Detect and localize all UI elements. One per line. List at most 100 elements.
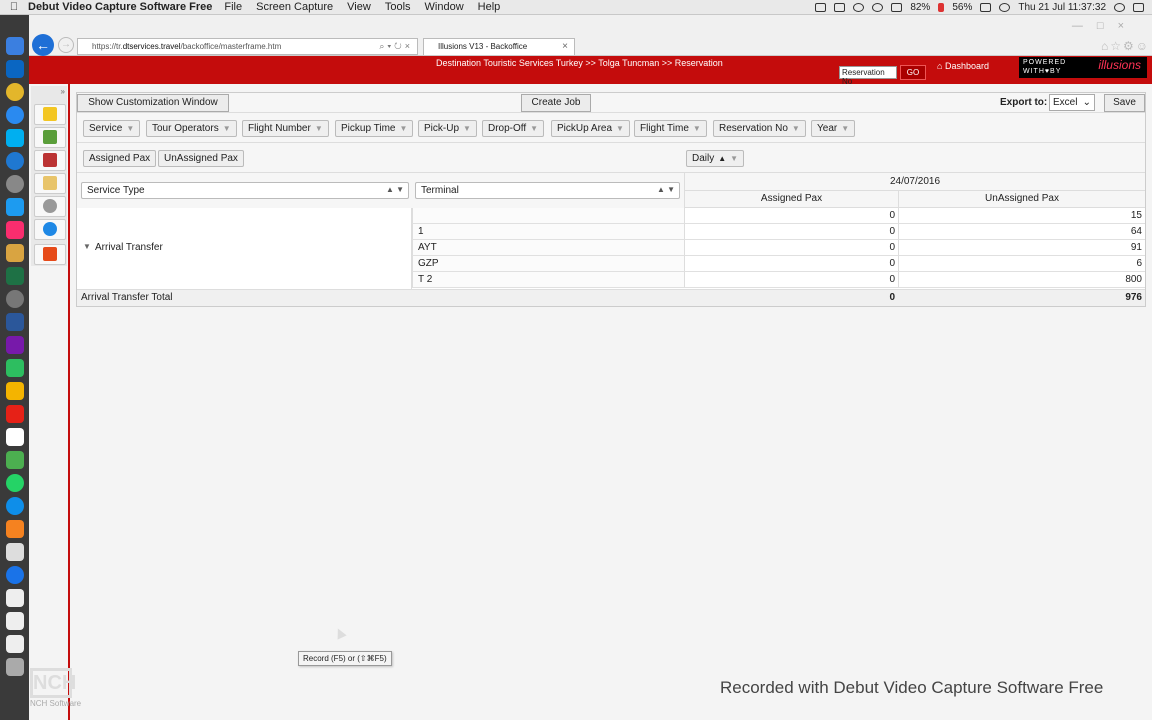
wifi-icon[interactable] — [999, 3, 1011, 12]
filter-icon[interactable]: ▼ — [693, 124, 701, 133]
menu-screen-capture[interactable]: Screen Capture — [256, 1, 333, 13]
notes-button[interactable] — [34, 173, 66, 194]
filter-chip-pickup-time[interactable]: Pickup Time ▼ — [335, 120, 414, 137]
safari-icon[interactable] — [5, 106, 24, 124]
globe-button[interactable] — [34, 196, 66, 217]
browser-toolbar-icons[interactable]: ⌂☆⚙☺ — [1101, 39, 1150, 53]
pause-record-icon[interactable] — [938, 3, 945, 12]
finder-icon[interactable] — [5, 37, 24, 55]
youtube-icon[interactable] — [5, 405, 24, 423]
filter-chip-reservation-no[interactable]: Reservation No ▼ — [713, 120, 806, 137]
sort-filter-icons[interactable]: ▲ ▼ — [386, 185, 404, 194]
filter-chip-drop-off[interactable]: Drop-Off ▼ — [482, 120, 545, 137]
dashboard-link[interactable]: ⌂ Dashboard — [937, 61, 989, 71]
chrome-icon[interactable] — [5, 83, 24, 101]
internet-explorer-icon[interactable] — [5, 566, 24, 584]
filter-icon[interactable]: ▼ — [315, 124, 323, 133]
browser-tab[interactable]: Illusions V13 - Backoffice × — [423, 38, 575, 55]
launchpad-icon[interactable] — [5, 175, 24, 193]
onenote-icon[interactable] — [5, 336, 24, 354]
go-button[interactable]: GO — [900, 65, 926, 80]
address-bar[interactable]: https://tr.dtservices.travel/backoffice/… — [77, 38, 418, 55]
sort-filter-icons[interactable]: ▲ ▼ — [657, 185, 675, 194]
unassigned-pax-header[interactable]: UnAssigned Pax — [898, 191, 1145, 208]
cloud-icon[interactable] — [872, 3, 884, 12]
forward-button[interactable]: → — [58, 37, 74, 53]
column-field-daily[interactable]: Daily ▲ ▼ — [686, 150, 745, 167]
battery-percent[interactable]: 56% — [952, 2, 972, 13]
dropbox-icon[interactable] — [853, 3, 865, 12]
whatsapp-icon[interactable] — [5, 474, 24, 492]
save-button[interactable]: Save — [1104, 94, 1145, 112]
filter-chip-service[interactable]: Service ▼ — [83, 120, 141, 137]
assigned-pax-header[interactable]: Assigned Pax — [684, 191, 898, 208]
edit-button[interactable] — [34, 127, 66, 148]
outlook-icon[interactable] — [5, 60, 24, 78]
filter-icon[interactable]: ▼ — [616, 124, 624, 133]
filter-icon[interactable]: ▼ — [223, 124, 231, 133]
sort-up-icon[interactable]: ▲ — [718, 154, 726, 163]
app-name[interactable]: Debut Video Capture Software Free — [28, 1, 212, 13]
row-field-terminal[interactable]: Terminal ▲ ▼ — [415, 182, 680, 199]
itunes-icon[interactable] — [5, 221, 24, 239]
reservation-search-input[interactable]: Reservation No — [839, 66, 897, 86]
notes-icon[interactable] — [5, 244, 24, 262]
battery-icon[interactable] — [980, 3, 992, 12]
evernote-icon[interactable] — [5, 359, 24, 377]
filter-chip-pick-up[interactable]: Pick-Up ▼ — [418, 120, 477, 137]
show-customization-button[interactable]: Show Customization Window — [77, 94, 229, 112]
collapse-arrow-icon[interactable]: ▼ — [83, 242, 91, 251]
filter-icon[interactable]: ▼ — [841, 124, 849, 133]
filter-icon[interactable]: ▼ — [792, 124, 800, 133]
filter-chip-tour-operators[interactable]: Tour Operators ▼ — [146, 120, 237, 137]
preview-icon[interactable] — [5, 543, 24, 561]
skype-icon[interactable] — [5, 129, 24, 147]
google-drive-icon[interactable] — [5, 382, 24, 400]
exit-button[interactable] — [34, 244, 66, 265]
tab-close-icon[interactable]: × — [562, 41, 568, 52]
document-icon[interactable] — [5, 635, 24, 653]
memory-indicator[interactable]: 82% — [910, 2, 930, 13]
trash-icon[interactable] — [5, 658, 24, 676]
calendar-icon[interactable] — [5, 428, 24, 446]
airplay-icon[interactable] — [834, 3, 846, 12]
help-button[interactable] — [34, 219, 66, 240]
excel-icon[interactable] — [5, 267, 24, 285]
tools-button[interactable] — [34, 104, 66, 125]
filter-icon[interactable]: ▼ — [530, 124, 538, 133]
menu-file[interactable]: File — [224, 1, 242, 13]
calculator-button[interactable] — [34, 150, 66, 171]
export-format-select[interactable]: Excel ⌄ — [1049, 94, 1095, 111]
menu-view[interactable]: View — [347, 1, 371, 13]
address-controls[interactable]: ⌕▾↻× — [379, 41, 413, 52]
back-button[interactable]: ← — [32, 34, 54, 56]
filter-chip-pickup-area[interactable]: PickUp Area ▼ — [551, 120, 630, 137]
filter-chip-flight-number[interactable]: Flight Number ▼ — [242, 120, 329, 137]
window-controls[interactable]: —□× — [1072, 20, 1138, 32]
messages-icon[interactable] — [5, 451, 24, 469]
shield-icon[interactable] — [891, 3, 903, 12]
vlc-icon[interactable] — [5, 520, 24, 538]
spotlight-search-icon[interactable] — [1114, 3, 1125, 12]
document-icon[interactable] — [5, 589, 24, 607]
create-job-button[interactable]: Create Job — [521, 94, 591, 112]
filter-icon[interactable]: ▼ — [399, 124, 407, 133]
collapse-panel-icon[interactable]: » — [61, 87, 65, 96]
notification-center-icon[interactable] — [1133, 3, 1144, 12]
row-field-service-type[interactable]: Service Type ▲ ▼ — [81, 182, 409, 199]
data-field-unassigned-pax[interactable]: UnAssigned Pax — [158, 150, 244, 167]
filter-icon[interactable]: ▼ — [463, 124, 471, 133]
word-icon[interactable] — [5, 313, 24, 331]
clock[interactable]: Thu 21 Jul 11:37:32 — [1018, 2, 1106, 13]
filter-chip-year[interactable]: Year ▼ — [811, 120, 856, 137]
filter-chip-flight-time[interactable]: Flight Time ▼ — [634, 120, 707, 137]
app-store-icon[interactable] — [5, 198, 24, 216]
filter-icon[interactable]: ▼ — [126, 124, 134, 133]
teamviewer-icon[interactable] — [5, 497, 24, 515]
skype-business-icon[interactable] — [5, 152, 24, 170]
date-column-header[interactable]: 24/07/2016 — [684, 173, 1145, 191]
volume-icon[interactable] — [815, 3, 827, 12]
filter-icon[interactable]: ▼ — [730, 154, 738, 163]
apple-icon[interactable]:  — [0, 1, 28, 13]
menu-tools[interactable]: Tools — [385, 1, 411, 13]
